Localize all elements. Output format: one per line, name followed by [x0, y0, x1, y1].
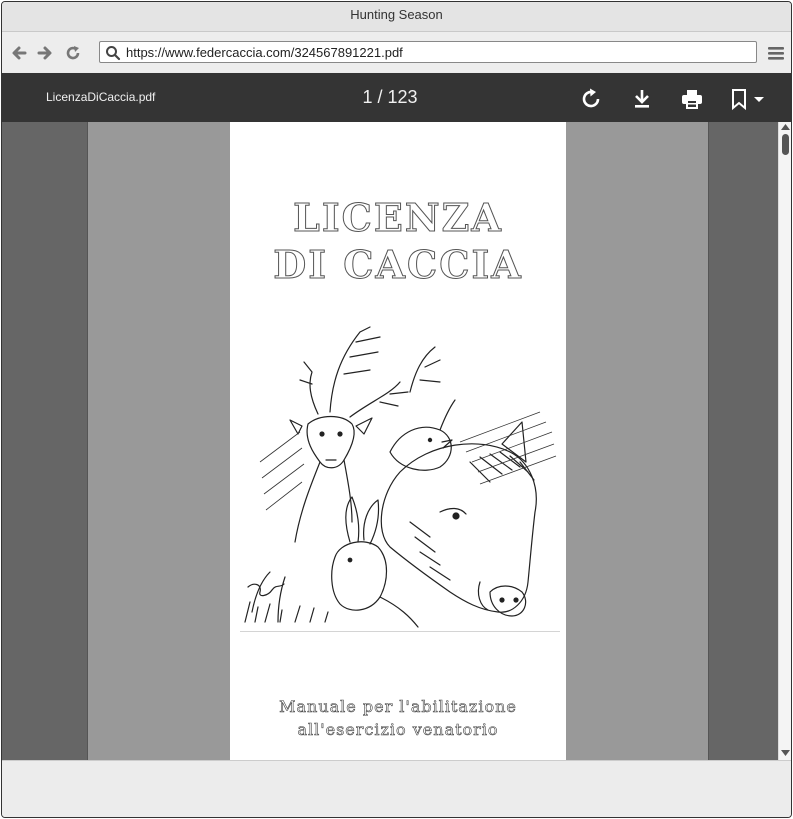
- window-titlebar: Hunting Season: [2, 2, 791, 32]
- url-text: https://www.federcaccia.com/324567891221…: [126, 45, 403, 60]
- cover-subtitle: Manuale per l'abilitazione all'esercizio…: [230, 695, 566, 741]
- browser-window: Hunting Season https://www.federcaccia.c…: [1, 1, 792, 818]
- subtitle-line-2: all'esercizio venatorio: [297, 720, 499, 740]
- search-icon: [106, 46, 121, 61]
- bookmark-icon[interactable]: [729, 87, 753, 111]
- print-icon[interactable]: [680, 87, 704, 111]
- vertical-scrollbar[interactable]: [778, 122, 791, 760]
- rotate-icon[interactable]: [579, 87, 603, 111]
- page-indicator: 1 / 123: [362, 87, 418, 107]
- address-bar[interactable]: https://www.federcaccia.com/324567891221…: [99, 41, 757, 63]
- pdf-toolbar: LicenzaDiCaccia.pdf 1 / 123: [2, 73, 791, 123]
- scroll-down-arrow-icon[interactable]: [781, 750, 790, 756]
- window-bottom-area: [2, 760, 791, 817]
- arrow-right-icon[interactable]: [36, 44, 54, 62]
- arrow-left-icon[interactable]: [10, 44, 28, 62]
- browser-navbar: https://www.federcaccia.com/324567891221…: [2, 32, 791, 72]
- scroll-up-arrow-icon[interactable]: [781, 124, 790, 130]
- scrollbar-thumb[interactable]: [782, 134, 789, 155]
- title-line-1: LICENZA: [293, 195, 503, 241]
- chevron-down-icon[interactable]: [752, 87, 776, 111]
- cover-title: LICENZA DI CACCIA: [230, 194, 566, 288]
- title-line-2: DI CACCIA: [273, 242, 523, 288]
- download-icon[interactable]: [630, 87, 654, 111]
- reload-icon[interactable]: [64, 44, 82, 62]
- hunting-animals-illustration: [240, 326, 560, 632]
- subtitle-line-1: Manuale per l'abilitazione: [279, 697, 517, 717]
- pdf-page: LICENZA DI CACCIA Manuale per l'abilitaz…: [230, 122, 566, 760]
- hamburger-menu-icon[interactable]: [767, 44, 785, 62]
- pdf-viewer: LICENZA DI CACCIA Manuale per l'abilitaz…: [2, 122, 778, 760]
- window-title: Hunting Season: [350, 7, 443, 22]
